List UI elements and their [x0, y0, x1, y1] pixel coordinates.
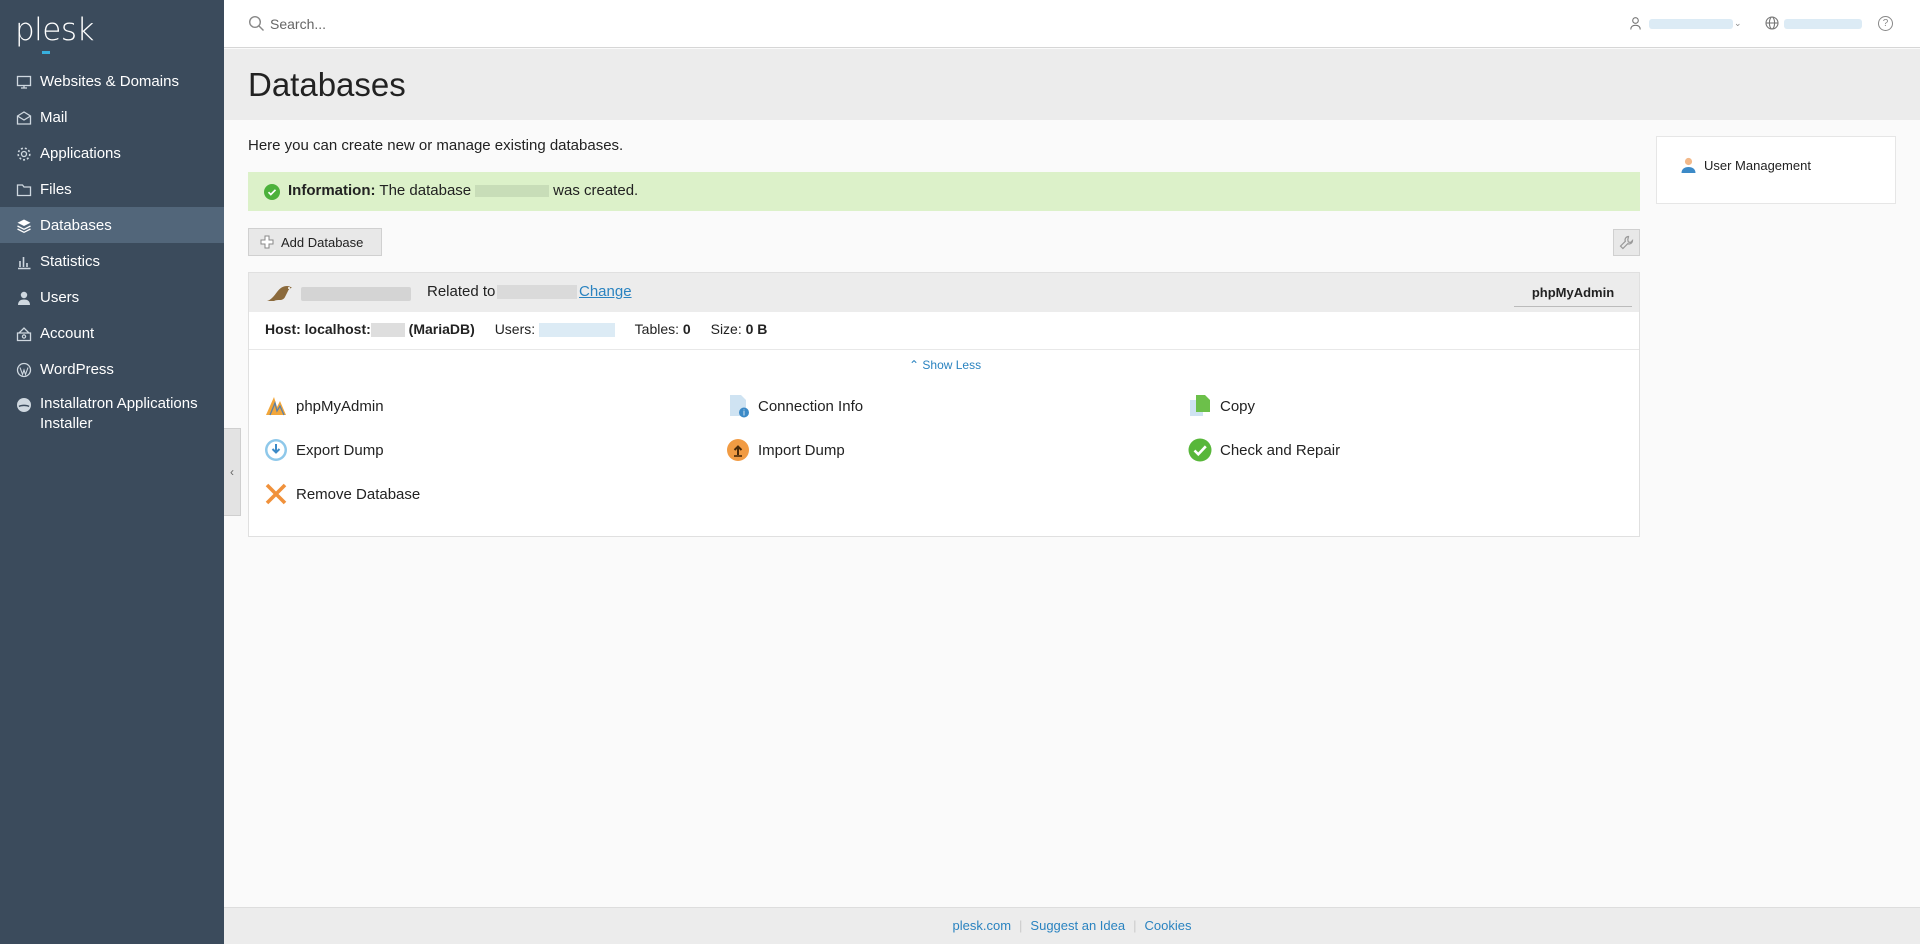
search-input[interactable]: [270, 12, 670, 36]
port-redacted: [370, 323, 405, 338]
footer-link-suggest-idea[interactable]: Suggest an Idea: [1022, 918, 1133, 933]
sidebar-item-applications[interactable]: Applications: [0, 135, 224, 171]
sidebar-item-installatron[interactable]: Installatron Applications Installer: [0, 387, 224, 439]
database-card-header: Related to Change phpMyAdmin: [249, 273, 1639, 312]
import-dump-icon: [727, 439, 749, 461]
sidebar-item-wordpress[interactable]: WordPress: [0, 351, 224, 387]
page-intro: Here you can create new or manage existi…: [248, 137, 624, 154]
footer-link-cookies[interactable]: Cookies: [1137, 918, 1200, 933]
chevron-up-icon: ⌃: [909, 358, 920, 372]
database-name-redacted: [475, 185, 550, 198]
plesk-logo[interactable]: plesk: [15, 12, 94, 54]
globe-icon[interactable]: [1765, 16, 1779, 30]
phpmyadmin-icon: [266, 397, 286, 416]
database-name-redacted[interactable]: [301, 287, 411, 301]
action-check-repair[interactable]: Check and Repair: [1188, 438, 1340, 462]
footer: plesk.com | Suggest an Idea | Cookies: [224, 907, 1920, 944]
size-info: Size: 0 B: [710, 321, 768, 337]
plus-icon: [260, 235, 274, 249]
related-to-label: Related to: [427, 283, 496, 300]
top-bar: ⌄ ?: [224, 0, 1920, 48]
divider: [249, 349, 1639, 350]
installatron-icon: [17, 398, 31, 412]
mariadb-seal-icon: [267, 286, 292, 301]
help-icon[interactable]: ?: [1878, 16, 1893, 31]
sidebar-item-files[interactable]: Files: [0, 171, 224, 207]
bar-chart-icon: [18, 257, 31, 270]
phpmyadmin-button[interactable]: phpMyAdmin: [1514, 281, 1632, 307]
sidebar: plesk Websites & Domains Mail Applicatio…: [0, 0, 224, 944]
monitor-icon: [16, 75, 32, 89]
related-domain-redacted: [497, 285, 577, 299]
user-icon: [18, 291, 30, 305]
add-database-button[interactable]: Add Database: [248, 228, 382, 256]
wordpress-icon: [16, 362, 32, 378]
action-copy[interactable]: Copy: [1188, 394, 1255, 418]
footer-links: plesk.com | Suggest an Idea | Cookies: [224, 918, 1920, 933]
user-management-link[interactable]: User Management: [1681, 157, 1811, 173]
sidebar-item-users[interactable]: Users: [0, 279, 224, 315]
account-icon: [16, 327, 32, 342]
sidebar-item-databases[interactable]: Databases: [0, 207, 224, 243]
mail-icon: [16, 111, 32, 125]
info-text-before: The database: [379, 182, 472, 199]
svg-text:i: i: [743, 409, 745, 418]
users-redacted: [539, 323, 616, 338]
action-connection-info[interactable]: i Connection Info: [726, 394, 863, 418]
export-dump-icon: [265, 439, 287, 461]
user-icon[interactable]: [1630, 17, 1641, 30]
page-title: Databases: [248, 66, 406, 103]
database-details: Host: localhost: (MariaDB) Users: Tables…: [265, 321, 783, 338]
side-panel: User Management: [1656, 136, 1896, 204]
wrench-icon: [1619, 235, 1634, 250]
chevron-down-icon[interactable]: ⌄: [1734, 18, 1742, 29]
folder-icon: [16, 184, 32, 197]
host-info: Host: localhost: (MariaDB): [265, 321, 475, 338]
subscription-name-redacted[interactable]: [1784, 19, 1862, 29]
sidebar-nav: Websites & Domains Mail Applications Fil…: [0, 63, 224, 439]
sidebar-item-mail[interactable]: Mail: [0, 99, 224, 135]
action-import-dump[interactable]: Import Dump: [726, 438, 845, 462]
info-message: Information: The database was created.: [248, 172, 1640, 211]
info-label: Information:: [288, 182, 376, 199]
search-icon: [248, 15, 264, 31]
tools-button[interactable]: [1613, 229, 1640, 256]
show-less-toggle[interactable]: ⌃ Show Less: [909, 358, 981, 372]
sidebar-item-websites-domains[interactable]: Websites & Domains: [0, 63, 224, 99]
sidebar-item-account[interactable]: Account: [0, 315, 224, 351]
database-icon: [17, 219, 31, 234]
users-info: Users:: [495, 321, 616, 338]
sidebar-item-statistics[interactable]: Statistics: [0, 243, 224, 279]
footer-link-plesk[interactable]: plesk.com: [945, 918, 1020, 933]
sidebar-collapse-button[interactable]: ‹: [224, 428, 241, 516]
action-phpmyadmin[interactable]: phpMyAdmin: [264, 394, 384, 418]
database-card: Related to Change phpMyAdmin Host: local…: [248, 272, 1640, 537]
tables-info: Tables: 0: [634, 321, 691, 337]
connection-info-icon: i: [730, 395, 749, 418]
check-circle-icon: [264, 184, 280, 200]
copy-icon: [1190, 395, 1210, 416]
action-export-dump[interactable]: Export Dump: [264, 438, 384, 462]
gear-icon: [17, 147, 31, 161]
remove-icon: [265, 483, 287, 505]
account-name-redacted[interactable]: [1649, 19, 1733, 29]
page-header: Databases: [224, 49, 1920, 120]
check-repair-icon: [1188, 438, 1212, 462]
change-link[interactable]: Change: [579, 283, 632, 300]
info-text-after: was created.: [553, 182, 639, 199]
action-remove-database[interactable]: Remove Database: [264, 482, 420, 506]
user-management-icon: [1681, 157, 1696, 173]
